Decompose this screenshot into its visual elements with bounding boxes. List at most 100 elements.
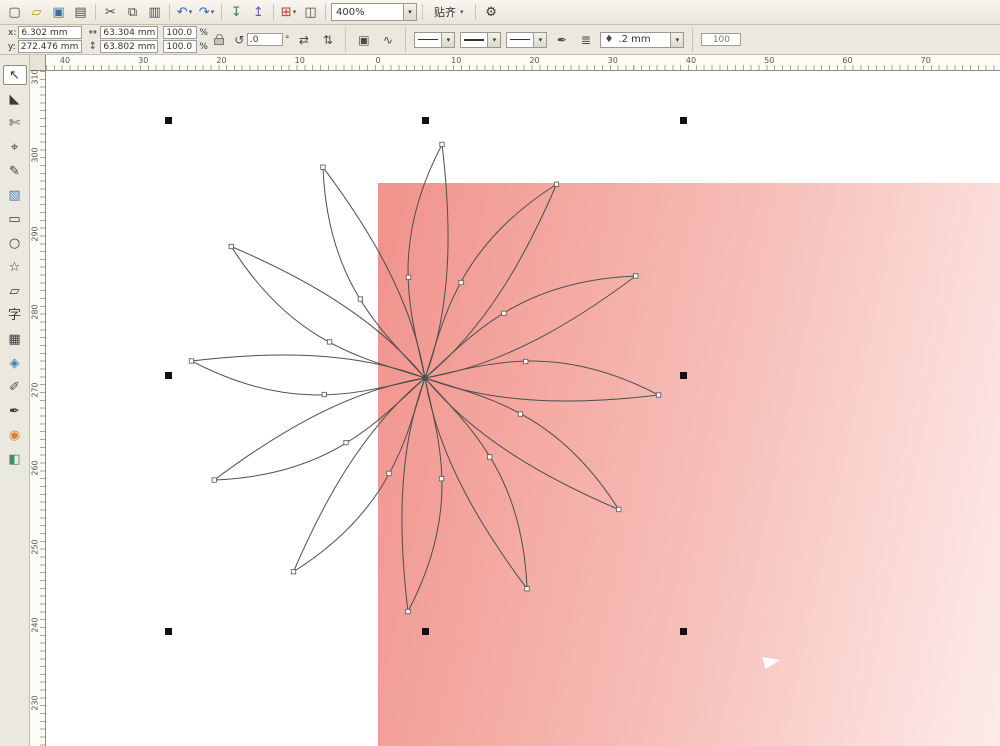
- curve-node[interactable]: [523, 358, 529, 365]
- flower-object[interactable]: [165, 118, 685, 638]
- save-button[interactable]: ▣: [48, 2, 69, 22]
- curve-node[interactable]: [633, 273, 639, 279]
- redo-button[interactable]: ↷ ▾: [196, 2, 217, 22]
- selection-handle[interactable]: [679, 116, 687, 124]
- outline-width-select[interactable]: ♦ .2 mm ▾: [600, 31, 685, 48]
- lock-ratio-button[interactable]: [210, 30, 229, 49]
- polygon-tool[interactable]: ☆: [3, 257, 27, 277]
- curve-node[interactable]: [501, 310, 507, 316]
- copy-button[interactable]: ⧉: [122, 2, 143, 22]
- curve-node[interactable]: [439, 141, 445, 148]
- curve-node[interactable]: [228, 243, 234, 250]
- ellipse-tool[interactable]: ○: [3, 233, 27, 253]
- zoom-level-combobox[interactable]: 400% ▾: [331, 3, 417, 21]
- rotation-angle-field[interactable]: .0: [246, 33, 283, 46]
- curve-node[interactable]: [517, 411, 524, 417]
- y-position-field[interactable]: 272.476 mm: [17, 40, 82, 53]
- paste-button[interactable]: ▥: [144, 2, 165, 22]
- curve-node[interactable]: [524, 586, 530, 592]
- arrowhead-preview: [510, 39, 531, 40]
- welcome-screen-button[interactable]: ◫: [300, 2, 321, 22]
- object-width-field[interactable]: 63.304 mm: [100, 26, 159, 39]
- selection-handle[interactable]: [164, 372, 172, 379]
- curve-node[interactable]: [320, 164, 326, 170]
- curve-node[interactable]: [357, 296, 363, 302]
- scale-y-field[interactable]: 100.0: [163, 40, 198, 53]
- curve-node[interactable]: [616, 506, 622, 513]
- curve-node[interactable]: [211, 477, 217, 483]
- mirror-vertical-button[interactable]: ⇅: [318, 30, 337, 49]
- convert-to-curves-button[interactable]: ∿: [378, 30, 397, 49]
- rectangle-tool[interactable]: ▭: [3, 209, 27, 229]
- object-position-group: x: 6.302 mm y: 272.476 mm: [8, 26, 83, 53]
- zoom-tool[interactable]: ⌖: [3, 137, 27, 157]
- scale-factor-group: 100.0 % 100.0 %: [163, 26, 229, 53]
- outline-style-select[interactable]: ▾: [460, 31, 502, 48]
- curve-node[interactable]: [553, 181, 560, 187]
- curve-node[interactable]: [487, 454, 493, 460]
- options-button[interactable]: ⚙: [481, 2, 502, 22]
- curve-node[interactable]: [290, 569, 297, 575]
- separator: [422, 4, 423, 20]
- crop-tool[interactable]: ✄: [3, 113, 27, 133]
- smart-fill-icon: ▧: [8, 187, 21, 203]
- ellipse-icon: ○: [8, 235, 21, 251]
- start-arrowhead-select[interactable]: ▾: [414, 31, 456, 48]
- undo-button[interactable]: ↶ ▾: [174, 2, 195, 22]
- object-height-field[interactable]: 63.802 mm: [100, 40, 159, 53]
- end-arrowhead-select[interactable]: ▾: [506, 31, 548, 48]
- curve-node[interactable]: [343, 440, 349, 446]
- selection-handle[interactable]: [422, 116, 429, 124]
- curve-node[interactable]: [326, 339, 333, 345]
- vertical-ruler[interactable]: 310 300 290 280 270 260 250 240 230: [30, 69, 46, 746]
- x-position-field[interactable]: 6.302 mm: [18, 26, 83, 39]
- curve-node[interactable]: [405, 608, 411, 615]
- horizontal-ruler[interactable]: 40 30 20 10 0 10 20 30 40 50 60 70: [46, 55, 1000, 71]
- open-button[interactable]: ▱: [26, 2, 47, 22]
- curve-node[interactable]: [458, 279, 464, 286]
- curve-node[interactable]: [405, 274, 412, 280]
- new-document-button[interactable]: ▢: [4, 2, 25, 22]
- curve-node[interactable]: [321, 391, 327, 398]
- export-button[interactable]: ↥: [248, 2, 269, 22]
- drawing-canvas[interactable]: [46, 71, 1000, 746]
- mirror-horizontal-button[interactable]: ⇄: [294, 30, 313, 49]
- selection-handle[interactable]: [679, 372, 687, 379]
- shape-tool[interactable]: ◣: [3, 89, 27, 109]
- cut-button[interactable]: ✂: [100, 2, 121, 22]
- workspace: ↖ ◣ ✄ ⌖ ✎ ▧ ▭ ○ ☆ ▱ 字 ▦ ◈ ✐ ✒ ◉ ◧ 310 300 290 280 270 260 250 2…: [0, 55, 1000, 746]
- outline-pen-dialog-button[interactable]: ✒: [552, 30, 571, 49]
- selection-handle[interactable]: [679, 627, 687, 635]
- freehand-tool[interactable]: ✎: [3, 161, 27, 181]
- outline-pen-tool[interactable]: ✒: [3, 401, 27, 421]
- table-tool[interactable]: ▦: [3, 329, 27, 349]
- transparency-field[interactable]: 100: [701, 33, 742, 46]
- print-button[interactable]: ▤: [70, 2, 91, 22]
- selection-handle[interactable]: [164, 627, 172, 635]
- separator: [273, 4, 274, 20]
- import-button[interactable]: ↧: [226, 2, 247, 22]
- interactive-fill-tool[interactable]: ◧: [3, 449, 27, 469]
- object-properties-button[interactable]: ≣: [576, 30, 595, 49]
- scale-x-field[interactable]: 100.0: [163, 26, 198, 39]
- curve-node[interactable]: [386, 470, 392, 477]
- smart-fill-tool[interactable]: ▧: [3, 185, 27, 205]
- curve-node[interactable]: [655, 392, 662, 398]
- snap-to-dropdown[interactable]: 贴齐 ▾: [428, 2, 470, 22]
- chevron-down-icon[interactable]: ▾: [403, 4, 416, 20]
- selection-handle[interactable]: [422, 627, 429, 635]
- basic-shapes-tool[interactable]: ▱: [3, 281, 27, 301]
- eyedropper-tool[interactable]: ✐: [3, 377, 27, 397]
- curve-node[interactable]: [438, 476, 445, 482]
- height-icon: ↕: [88, 41, 98, 52]
- application-launcher-button[interactable]: ⊞ ▾: [278, 2, 299, 22]
- wrap-text-icon: ▣: [358, 32, 370, 47]
- separator: [405, 27, 407, 52]
- fill-tool[interactable]: ◉: [3, 425, 27, 445]
- blend-tool[interactable]: ◈: [3, 353, 27, 373]
- curve-node[interactable]: [188, 358, 195, 364]
- text-tool[interactable]: 字: [3, 305, 27, 325]
- pick-tool[interactable]: ↖: [2, 65, 27, 85]
- wrap-text-button[interactable]: ▣: [354, 30, 373, 49]
- selection-handle[interactable]: [164, 116, 172, 124]
